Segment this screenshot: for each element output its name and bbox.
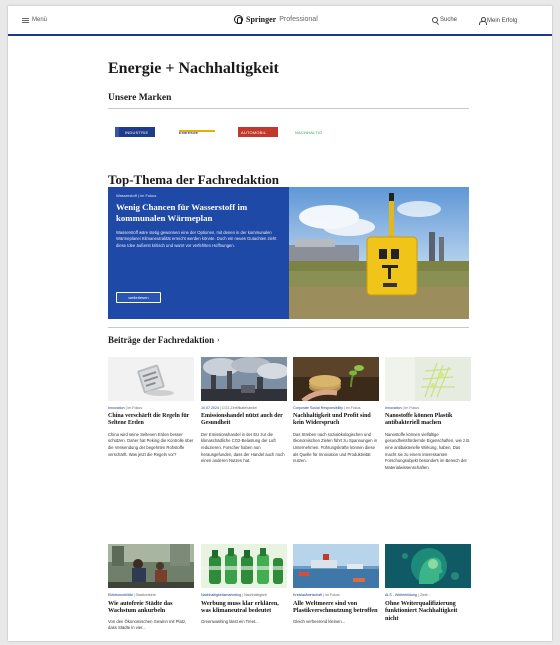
menu-label: Menü: [32, 17, 48, 23]
article-title[interactable]: Ohne Weiterqualifizierung funktioniert N…: [385, 600, 471, 622]
search-button[interactable]: Suche: [432, 17, 457, 23]
hydrogen-pipe-marker-photo: [289, 187, 469, 319]
city-cyclists-image: [108, 544, 194, 588]
article-card[interactable]: 10.07.2024 | CO2-Zertifikatehandel Emiss…: [201, 357, 287, 465]
article-image[interactable]: [201, 544, 287, 588]
article-card[interactable]: ALS - Weiterbildung | Ziele... Ohne Weit…: [385, 544, 471, 626]
article-meta: Innovation | im Fokus: [108, 406, 194, 410]
hero-text: Wasserstoff wäre stetig gewonnen eine de…: [116, 230, 277, 248]
hero-meta: Wasserstoff | im Fokus: [116, 193, 157, 198]
article-image[interactable]: [293, 544, 379, 588]
industrial-smoke-image: [201, 357, 287, 401]
menu-icon: [22, 17, 29, 23]
article-meta: Innovation | im Fokus: [385, 406, 471, 410]
article-title[interactable]: Wie autofreie Städte das Wachstum ankurb…: [108, 600, 194, 615]
rare-earth-coins-image: [108, 357, 194, 401]
article-category[interactable]: Innovation: [385, 406, 402, 410]
article-meta: Corporate Social Responsibility | im Fok…: [293, 406, 379, 410]
article-title[interactable]: China verschärft die Regeln für Seltene …: [108, 413, 194, 428]
contributions-divider: [108, 327, 469, 328]
article-tag: | im Fokus: [124, 406, 143, 410]
article-category: 10.07.2024: [201, 406, 219, 410]
article-title[interactable]: Emissionshandel nützt auch der Gesundhei…: [201, 413, 287, 428]
article-title[interactable]: Nachhaltigkeit und Profit sind kein Wide…: [293, 413, 379, 428]
article-card[interactable]: Nachhaltigkeitsmarketing | Nachhaltigkei…: [201, 544, 287, 625]
article-category[interactable]: Nachhaltigkeitsmarketing: [201, 593, 241, 597]
logo-brand: Springer: [246, 15, 277, 24]
article-card[interactable]: Elektromobilität | Stadtverkehr Wie auto…: [108, 544, 194, 632]
contributions-heading-link[interactable]: Beiträge der Fachredaktion ›: [108, 335, 220, 345]
green-bottles-image: [201, 544, 287, 588]
article-tag: | im Fokus: [401, 406, 420, 410]
article-card[interactable]: Corporate Social Responsibility | im Fok…: [293, 357, 379, 465]
article-card[interactable]: Innovation | im Fokus China verschärft d…: [108, 357, 194, 458]
page-title: Energie + Nachhaltigkeit: [108, 60, 279, 77]
article-tag: | Nachhaltigkeit: [241, 593, 267, 597]
brands-heading: Unsere Marken: [108, 93, 172, 103]
article-category[interactable]: Innovation: [108, 406, 125, 410]
contributions-heading: Beiträge der Fachredaktion: [108, 335, 215, 345]
read-more-button[interactable]: weiterlesen: [116, 292, 161, 303]
brand-logo-nachhaltig[interactable]: NACHHALTIG: [295, 127, 341, 137]
brand-bar: [179, 130, 215, 132]
green-head-profile-image: [385, 544, 471, 588]
article-text: Der Emissionshandel in der EU zur die kl…: [201, 431, 285, 464]
article-meta: Kreislaufwirtschaft | im Fokus: [293, 593, 379, 597]
logo-suffix: Professional: [279, 16, 318, 23]
site-header: Menü Springer Professional Suche Mein Er…: [8, 6, 552, 36]
article-image[interactable]: [385, 544, 471, 588]
hero-title[interactable]: Wenig Chancen für Wasserstoff im kommuna…: [116, 202, 281, 224]
article-text: Das Streben nach sozialökologischen und …: [293, 431, 378, 464]
article-image[interactable]: [108, 357, 194, 401]
site-logo[interactable]: Springer Professional: [234, 15, 318, 24]
article-category[interactable]: ALS - Weiterbildung: [385, 593, 417, 597]
chevron-right-icon: ›: [217, 336, 220, 344]
login-label: Mein Erfolg: [487, 17, 518, 24]
article-text: China wird seine Seltenen Erden besser s…: [108, 431, 194, 457]
article-category[interactable]: Elektromobilität: [108, 593, 133, 597]
brand-logo-industrie[interactable]: INDUSTRIE: [115, 127, 155, 137]
article-tag: | Stadtverkehr: [132, 593, 156, 597]
article-title[interactable]: Alle Weltmeere sind von Plastikverschmut…: [293, 600, 379, 615]
article-image[interactable]: [385, 357, 471, 401]
article-category[interactable]: Kreislaufwirtschaft: [293, 593, 322, 597]
article-tag: | im Fokus: [322, 593, 340, 597]
coins-seedling-image: [293, 357, 379, 401]
article-card[interactable]: Innovation | im Fokus Nanostoffe können …: [385, 357, 471, 471]
page: Menü Springer Professional Suche Mein Er…: [8, 6, 552, 641]
article-title[interactable]: Nanostoffe können Plastik antibakteriell…: [385, 413, 471, 428]
ocean-plastic-image: [293, 544, 379, 588]
article-tag: | im Fokus: [342, 406, 361, 410]
brand-logo-energie[interactable]: ENERGIE: [179, 127, 215, 137]
search-icon: [432, 17, 438, 23]
article-category[interactable]: Corporate Social Responsibility: [293, 406, 343, 410]
article-meta: Nachhaltigkeitsmarketing | Nachhaltigkei…: [201, 593, 287, 597]
article-text: Greenwashing lässt ein Treet...: [201, 618, 259, 624]
login-button[interactable]: Mein Erfolg: [479, 17, 518, 25]
article-image[interactable]: [201, 357, 287, 401]
article-image[interactable]: [293, 357, 379, 401]
article-text: Nanostoffe können vielfältige gesundheit…: [385, 431, 471, 470]
menu-button[interactable]: Menü: [22, 17, 47, 23]
top-topic-heading: Top-Thema der Fachredaktion: [108, 172, 279, 187]
brand-logo-automobil[interactable]: AUTOMOBIL: [238, 127, 278, 137]
article-meta: Elektromobilität | Stadtverkehr: [108, 593, 194, 597]
brands-divider: [108, 108, 469, 109]
nanomaterial-image: [385, 357, 471, 401]
springer-logo-icon: [234, 15, 243, 24]
article-card[interactable]: Kreislaufwirtschaft | im Fokus Alle Welt…: [293, 544, 379, 625]
hero-image[interactable]: [289, 187, 469, 319]
article-text: Von den Ökonomischen Gewinn mit Platz, d…: [108, 618, 187, 631]
article-text: Gleich verheerend kleinen...: [293, 618, 346, 624]
search-label: Suche: [440, 17, 458, 23]
user-icon: [479, 17, 487, 25]
article-title[interactable]: Werbung muss klar erklären, was klimaneu…: [201, 600, 287, 615]
article-meta: 10.07.2024 | CO2-Zertifikatehandel: [201, 406, 287, 410]
article-meta: ALS - Weiterbildung | Ziele...: [385, 593, 471, 597]
article-image[interactable]: [108, 544, 194, 588]
article-tag[interactable]: | CO2-Zertifikatehandel: [219, 406, 257, 410]
article-tag: | Ziele...: [416, 593, 431, 597]
hero-text-box: Wasserstoff | im Fokus Wenig Chancen für…: [108, 187, 289, 319]
hero-teaser[interactable]: Wasserstoff | im Fokus Wenig Chancen für…: [108, 187, 469, 319]
